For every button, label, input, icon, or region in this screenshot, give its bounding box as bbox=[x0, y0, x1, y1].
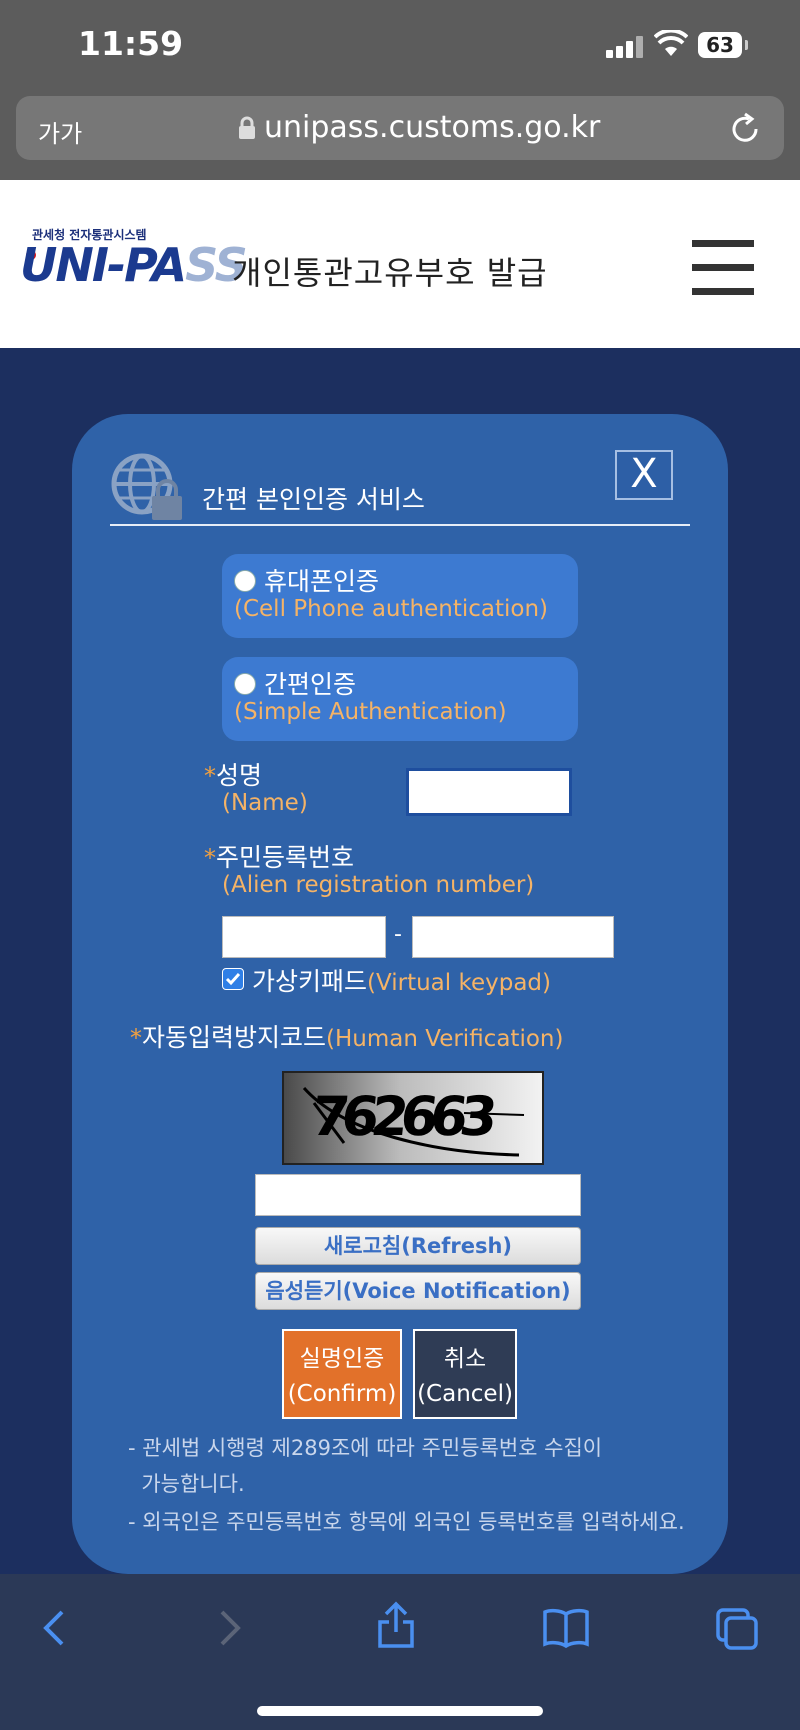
virtual-keypad-label: 가상키패드(Virtual keypad) bbox=[252, 962, 551, 998]
bookmarks-icon[interactable] bbox=[542, 1606, 590, 1650]
name-label: *성명 bbox=[204, 756, 262, 792]
radio-cell-phone[interactable] bbox=[234, 570, 256, 592]
menu-icon[interactable] bbox=[692, 240, 754, 296]
radio-simple-auth[interactable] bbox=[234, 673, 256, 695]
tabs-icon[interactable] bbox=[714, 1606, 760, 1652]
voice-button[interactable]: 음성듣기(Voice Notification) bbox=[255, 1272, 581, 1310]
logo-pa: PA bbox=[124, 238, 187, 292]
lock-icon bbox=[239, 116, 255, 139]
required-asterisk: * bbox=[204, 844, 216, 872]
page-title: 개인통관고유부호 발급 bbox=[232, 254, 548, 292]
virtual-keypad-label-kr: 가상키패드 bbox=[252, 967, 368, 996]
panel-header: 간편 본인인증 서비스 bbox=[110, 452, 690, 526]
check-icon bbox=[225, 973, 241, 986]
virtual-keypad-label-en: (Virtual keypad) bbox=[367, 970, 551, 996]
url-text: unipass.customs.go.kr bbox=[264, 110, 601, 145]
captcha-label-en: (Human Verification) bbox=[326, 1026, 564, 1052]
name-label-en: (Name) bbox=[222, 790, 308, 816]
browser-toolbar: 가가 unipass.customs.go.kr bbox=[0, 90, 800, 180]
share-icon[interactable] bbox=[376, 1600, 416, 1650]
option-simple-auth-sublabel: (Simple Authentication) bbox=[234, 699, 507, 725]
cancel-label-kr: 취소 bbox=[443, 1346, 487, 1372]
captcha-label: *자동입력방지코드(Human Verification) bbox=[130, 1018, 563, 1054]
required-asterisk: * bbox=[204, 762, 216, 790]
cancel-button[interactable]: 취소 (Cancel) bbox=[413, 1329, 517, 1419]
captcha-label-kr: 자동입력방지코드 bbox=[142, 1023, 327, 1052]
note-line-2: 가능합니다. bbox=[128, 1472, 245, 1496]
refresh-button[interactable]: 새로고침(Refresh) bbox=[255, 1227, 581, 1265]
forward-icon[interactable] bbox=[212, 1606, 246, 1650]
back-icon[interactable] bbox=[38, 1606, 72, 1650]
option-cell-phone-sublabel: (Cell Phone authentication) bbox=[234, 596, 549, 622]
rrn-separator: - bbox=[394, 922, 402, 947]
captcha-image: 762663 bbox=[282, 1071, 544, 1165]
rrn-label-kr: 주민등록번호 bbox=[216, 843, 355, 872]
battery-icon: 63 bbox=[698, 32, 748, 58]
confirm-label-kr: 실명인증 bbox=[299, 1346, 385, 1372]
name-input[interactable] bbox=[406, 768, 572, 816]
note-line-1: - 관세법 시행령 제289조에 따라 주민등록번호 수집이 bbox=[128, 1436, 603, 1460]
wifi-icon bbox=[654, 30, 688, 56]
captcha-input[interactable] bbox=[255, 1174, 581, 1216]
required-asterisk: * bbox=[130, 1024, 142, 1052]
auth-panel: 간편 본인인증 서비스 X 휴대폰인증 (Cell Phone authenti… bbox=[72, 414, 728, 1574]
rrn-first-input[interactable] bbox=[222, 916, 386, 958]
rrn-second-input[interactable] bbox=[412, 916, 614, 958]
panel-title: 간편 본인인증 서비스 bbox=[202, 485, 425, 514]
rrn-label: *주민등록번호 bbox=[204, 838, 354, 874]
site-header: 관세청 전자통관시스템 UNI-PASS 개인통관고유부호 발급 bbox=[0, 180, 800, 348]
logo-uni: UNI- bbox=[20, 238, 126, 292]
reload-icon[interactable] bbox=[728, 112, 762, 146]
signal-icon bbox=[606, 36, 646, 58]
cancel-label-en: (Cancel) bbox=[417, 1381, 513, 1407]
option-cell-phone-label: 휴대폰인증 bbox=[264, 567, 380, 596]
captcha-noise bbox=[302, 1087, 525, 1157]
address-bar[interactable]: 가가 unipass.customs.go.kr bbox=[16, 96, 784, 160]
note-line-3: - 외국인은 주민등록번호 항목에 외국인 등록번호를 입력하세요. bbox=[128, 1510, 685, 1534]
virtual-keypad-checkbox[interactable] bbox=[222, 968, 244, 990]
confirm-button[interactable]: 실명인증 (Confirm) bbox=[282, 1329, 402, 1419]
home-indicator bbox=[257, 1706, 543, 1716]
option-simple-auth-label: 간편인증 bbox=[264, 670, 357, 699]
reader-mode-button[interactable]: 가가 bbox=[38, 114, 82, 149]
close-button[interactable]: X bbox=[615, 450, 673, 500]
globe-lock-icon bbox=[111, 453, 182, 520]
option-simple-auth[interactable]: 간편인증 (Simple Authentication) bbox=[222, 657, 578, 741]
rrn-label-en: (Alien registration number) bbox=[222, 872, 535, 898]
name-label-kr: 성명 bbox=[216, 761, 263, 790]
browser-bottom-bar bbox=[0, 1574, 800, 1730]
status-bar: 11:59 63 bbox=[0, 0, 800, 90]
confirm-label-en: (Confirm) bbox=[287, 1381, 397, 1407]
unipass-logo[interactable]: UNI-PASS bbox=[20, 238, 248, 292]
status-time: 11:59 bbox=[78, 24, 184, 63]
option-cell-phone[interactable]: 휴대폰인증 (Cell Phone authentication) bbox=[222, 554, 578, 638]
